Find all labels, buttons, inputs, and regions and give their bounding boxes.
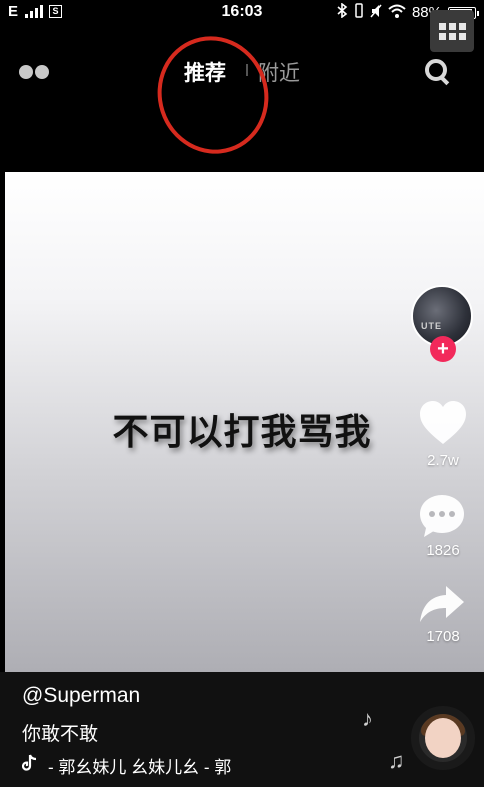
annotation-circle bbox=[142, 21, 284, 169]
status-bar: E S 16:03 88% bbox=[0, 0, 484, 24]
follow-button[interactable]: + bbox=[430, 336, 456, 362]
share-count: 1708 bbox=[426, 628, 460, 645]
music-title: - 郭幺妹儿 幺妹儿幺 - 郭 bbox=[48, 758, 232, 777]
tiktok-note-icon bbox=[21, 754, 38, 777]
vibrate-icon bbox=[354, 3, 364, 22]
author-username[interactable]: @Superman bbox=[22, 684, 140, 708]
comment-count: 1826 bbox=[426, 542, 460, 559]
music-info[interactable]: - 郭幺妹儿 幺妹儿幺 - 郭 bbox=[21, 753, 232, 778]
video-caption: 不可以打我骂我 bbox=[112, 411, 372, 452]
music-note-icon: ♪ bbox=[362, 706, 373, 731]
wifi-icon bbox=[388, 4, 406, 22]
like-count: 2.7w bbox=[427, 452, 459, 469]
menu-dots-icon[interactable] bbox=[19, 65, 49, 79]
search-icon[interactable] bbox=[425, 59, 447, 81]
bluetooth-icon bbox=[336, 2, 348, 22]
comment-icon[interactable] bbox=[418, 492, 466, 545]
top-header: 推荐 附近 bbox=[0, 10, 484, 172]
disc-avatar-face bbox=[425, 718, 461, 758]
video-description: 你敢不敢 bbox=[22, 724, 99, 745]
music-disc[interactable] bbox=[411, 706, 475, 770]
heart-icon[interactable] bbox=[418, 400, 468, 451]
music-note-icon: ♫ bbox=[388, 748, 405, 773]
grid-menu-icon[interactable] bbox=[430, 10, 474, 52]
share-icon[interactable] bbox=[418, 584, 466, 629]
mute-icon bbox=[370, 4, 382, 22]
